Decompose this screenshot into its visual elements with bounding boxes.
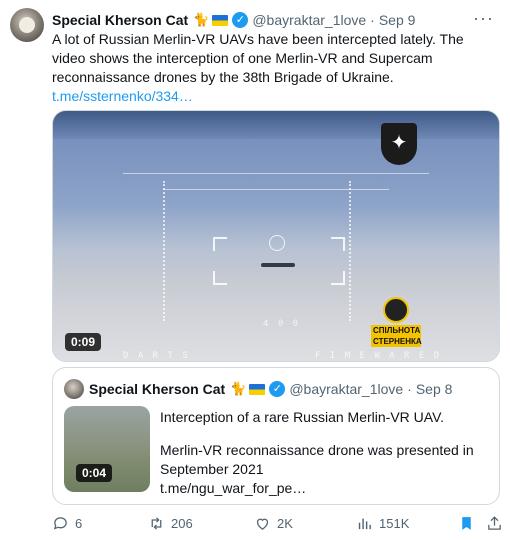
tweet-link[interactable]: t.me/ssternenko/334… bbox=[52, 87, 492, 106]
hud-bracket bbox=[331, 271, 345, 285]
separator-dot: · bbox=[407, 381, 412, 397]
tweet-header: Special Kherson Cat 🐈 ✓ @bayraktar_1love… bbox=[52, 10, 415, 30]
bookmark-button[interactable] bbox=[458, 512, 481, 534]
views-button[interactable]: 151K bbox=[356, 512, 409, 534]
video-duration: 0:09 bbox=[65, 333, 102, 351]
share-icon bbox=[488, 515, 501, 530]
bookmark-icon bbox=[462, 516, 471, 530]
hud-scale-right bbox=[349, 181, 353, 321]
quote-date: Sep 8 bbox=[415, 381, 453, 397]
quote-line1: Interception of a rare Russian Merlin-VR… bbox=[160, 409, 445, 425]
quote-line2: Merlin-VR reconnaissance drone was prese… bbox=[160, 442, 474, 477]
quote-header: Special Kherson Cat 🐈 ✓ @bayraktar_1love… bbox=[89, 379, 452, 399]
target-drone bbox=[261, 263, 295, 267]
separator-dot: · bbox=[370, 12, 375, 28]
reply-icon bbox=[53, 516, 67, 529]
quote-link: t.me/ngu_war_for_pe… bbox=[160, 480, 307, 496]
quote-video-thumbnail[interactable]: 0:04 bbox=[64, 406, 150, 492]
action-bar: 6 206 2K 151K bbox=[52, 512, 501, 534]
more-icon[interactable]: ··· bbox=[473, 8, 494, 29]
channel-watermark: СПІЛЬНОТА СТЕРНЕНКА bbox=[371, 297, 422, 347]
hud-line bbox=[163, 189, 389, 190]
brigade-shield-icon: ✦ bbox=[381, 123, 417, 165]
hud-scale-left bbox=[163, 181, 167, 321]
video-sky-band bbox=[53, 111, 499, 139]
views-count: 151K bbox=[379, 515, 410, 531]
author-handle[interactable]: @bayraktar_1love bbox=[252, 12, 366, 28]
cat-emoji: 🐈 bbox=[193, 12, 210, 27]
tweet-body: A lot of Russian Merlin-VR UAVs have bee… bbox=[52, 31, 464, 85]
like-button[interactable]: 2K bbox=[254, 512, 293, 534]
share-button[interactable] bbox=[486, 512, 509, 534]
retweet-button[interactable]: 206 bbox=[148, 512, 193, 534]
retweet-icon bbox=[151, 516, 162, 530]
hud-text-right: F I M E W A R E D bbox=[315, 351, 442, 361]
quote-text: Interception of a rare Russian Merlin-VR… bbox=[160, 408, 490, 498]
hud-text-left: D A R T S bbox=[123, 351, 190, 361]
retweet-count: 206 bbox=[171, 515, 193, 531]
like-icon bbox=[256, 518, 269, 530]
quote-author-avatar bbox=[64, 379, 84, 399]
cat-emoji: 🐈 bbox=[230, 381, 247, 396]
author-name[interactable]: Special Kherson Cat bbox=[52, 12, 188, 28]
verified-icon[interactable]: ✓ bbox=[232, 12, 249, 28]
views-icon bbox=[358, 518, 371, 529]
ukraine-flag-icon bbox=[249, 383, 266, 395]
quote-author-name: Special Kherson Cat bbox=[89, 381, 226, 397]
hud-reticle bbox=[269, 235, 285, 251]
ukraine-flag-icon bbox=[212, 14, 229, 26]
like-count: 2K bbox=[277, 515, 293, 531]
verified-icon: ✓ bbox=[269, 381, 286, 397]
watermark-line2: СТЕРНЕНКА bbox=[371, 336, 422, 347]
video-player[interactable]: ✦ СПІЛЬНОТА СТЕРНЕНКА 4 0 0 D A R T S F … bbox=[52, 110, 500, 362]
quoted-tweet[interactable]: Special Kherson Cat 🐈 ✓ @bayraktar_1love… bbox=[52, 367, 500, 505]
watermark-line1: СПІЛЬНОТА bbox=[371, 325, 421, 336]
hud-bracket bbox=[213, 271, 227, 285]
reply-count: 6 bbox=[75, 515, 83, 531]
reply-button[interactable]: 6 bbox=[52, 512, 82, 534]
quote-author-handle: @bayraktar_1love bbox=[289, 381, 404, 397]
hud-text-mid: 4 0 0 bbox=[263, 319, 301, 329]
tweet-text: A lot of Russian Merlin-VR UAVs have bee… bbox=[52, 30, 492, 106]
quote-video-duration: 0:04 bbox=[76, 464, 113, 482]
trident-icon bbox=[383, 297, 409, 323]
hud-bracket bbox=[331, 237, 345, 251]
hud-bracket bbox=[213, 237, 227, 251]
tweet-date[interactable]: Sep 9 bbox=[379, 12, 416, 28]
hud-line bbox=[123, 173, 429, 174]
author-avatar[interactable] bbox=[10, 8, 44, 42]
